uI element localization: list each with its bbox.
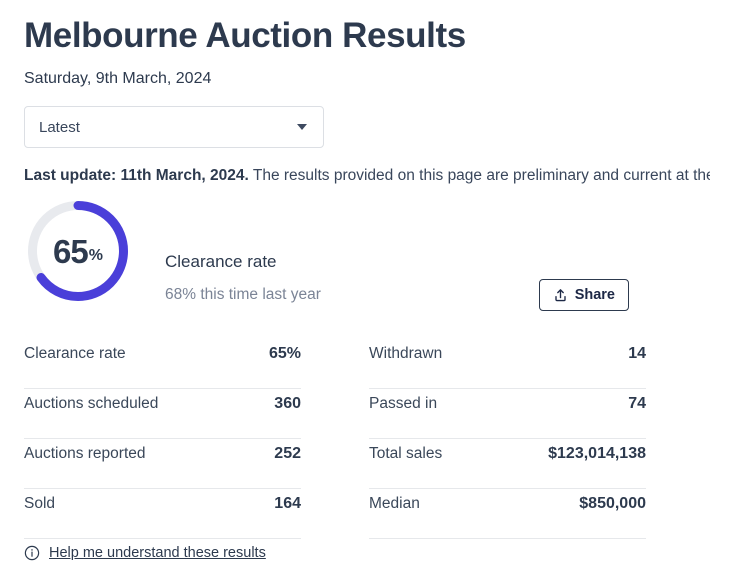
results-filter-select[interactable]: Latest bbox=[24, 106, 324, 148]
info-circle-icon bbox=[24, 545, 40, 561]
stat-label: Auctions reported bbox=[24, 445, 146, 462]
stat-value: 252 bbox=[274, 445, 301, 462]
table-row: Passed in 74 bbox=[369, 389, 646, 439]
stat-value: 74 bbox=[628, 395, 646, 412]
results-date: Saturday, 9th March, 2024 bbox=[24, 70, 212, 87]
stat-label: Withdrawn bbox=[369, 345, 443, 362]
clearance-legend-label: Clearance rate bbox=[165, 252, 277, 271]
stat-label: Passed in bbox=[369, 395, 438, 412]
stat-label: Clearance rate bbox=[24, 345, 126, 362]
stat-value: 360 bbox=[274, 395, 301, 412]
stat-label: Median bbox=[369, 495, 420, 512]
help-understand-results-link[interactable]: Help me understand these results bbox=[49, 545, 266, 561]
stat-value: $850,000 bbox=[579, 495, 646, 512]
chevron-down-icon bbox=[297, 124, 307, 130]
results-filter-value: Latest bbox=[39, 118, 80, 136]
stat-label: Sold bbox=[24, 495, 56, 512]
stat-value: 65% bbox=[268, 345, 301, 362]
clearance-rate-value: 65 bbox=[53, 232, 89, 270]
stat-value: 14 bbox=[628, 345, 646, 362]
table-row: Auctions scheduled 360 bbox=[24, 389, 301, 439]
share-upload-icon bbox=[555, 288, 566, 301]
clearance-summary: 65% Clearance rate 68% this time last ye… bbox=[24, 198, 710, 316]
last-update-body: The results provided on this page are pr… bbox=[248, 167, 710, 184]
stats-column-left: Clearance rate 65% Auctions scheduled 36… bbox=[24, 339, 301, 539]
help-row: Help me understand these results bbox=[24, 545, 266, 561]
stat-value: $123,014,138 bbox=[548, 445, 646, 462]
clearance-legend: Clearance rate 68% this time last year bbox=[165, 250, 321, 306]
clearance-rate-unit: % bbox=[88, 247, 103, 264]
page-title: Melbourne Auction Results bbox=[24, 16, 466, 55]
table-row: Withdrawn 14 bbox=[369, 339, 646, 389]
stat-label: Auctions scheduled bbox=[24, 395, 159, 412]
stat-label: Total sales bbox=[369, 445, 443, 462]
share-button-label: Share bbox=[574, 287, 615, 303]
clearance-legend-comparison: 68% this time last year bbox=[165, 286, 321, 303]
table-row: Median $850,000 bbox=[369, 489, 646, 539]
results-filter: Latest bbox=[24, 106, 324, 148]
table-row: Auctions reported 252 bbox=[24, 439, 301, 489]
last-update-notice: Last update: 11th March, 2024. The resul… bbox=[24, 148, 710, 186]
table-row: Clearance rate 65% bbox=[24, 339, 301, 389]
auction-results-page: Melbourne Auction Results Saturday, 9th … bbox=[0, 0, 734, 572]
stats-tables: Clearance rate 65% Auctions scheduled 36… bbox=[24, 339, 710, 539]
stats-column-right: Withdrawn 14 Passed in 74 Total sales $1… bbox=[369, 339, 646, 539]
table-row: Total sales $123,014,138 bbox=[369, 439, 646, 489]
stat-value: 164 bbox=[274, 495, 301, 512]
table-row: Sold 164 bbox=[24, 489, 301, 539]
donut-center-label: 65% bbox=[25, 198, 131, 304]
last-update-date: Last update: 11th March, 2024. bbox=[24, 167, 249, 184]
share-button[interactable]: Share bbox=[538, 279, 629, 311]
clearance-donut-chart: 65% bbox=[25, 198, 131, 304]
